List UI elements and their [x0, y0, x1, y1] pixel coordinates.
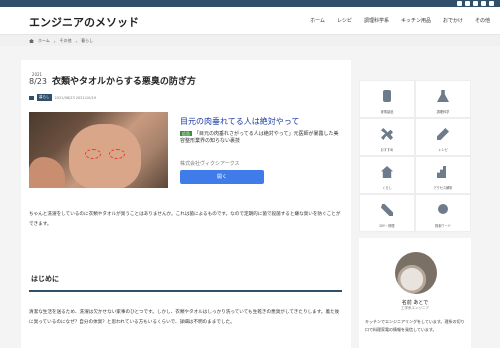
breadcrumb-bar: ホーム › その他 › 暮らし: [0, 34, 500, 46]
ad-image[interactable]: [29, 112, 168, 188]
section-heading-text: はじめに: [31, 275, 59, 283]
ad-banner[interactable]: 目元の肉垂れてる人は絶対やって 広告 「目元の肉垂れさがってる人は絶対やって」元医…: [29, 112, 342, 188]
wrench-icon: [381, 128, 393, 140]
category-tile-label: 検索ワード: [435, 224, 451, 228]
ad-description: 広告 「目元の肉垂れさがってる人は絶対やって」元医師が暴露した美容整形業界の知らな…: [180, 131, 342, 144]
pencil-icon: [437, 128, 449, 140]
category-tile-analytics[interactable]: アクセス解析: [415, 156, 471, 194]
avatar: [395, 252, 437, 294]
category-tile-label: おすすめ: [380, 148, 394, 152]
ad-image-eye-mark: [109, 149, 125, 159]
article: 2021 8/23 衣類やタオルからする悪臭の防ぎ方 暮らし 2021/08/2…: [21, 60, 351, 348]
rss-icon[interactable]: [489, 1, 494, 6]
home-icon: [29, 39, 34, 43]
global-nav: ホーム レシピ 調理科学系 キッチン用品 おでかけ その他: [304, 17, 496, 24]
breadcrumb-separator: ›: [75, 38, 78, 44]
mobile-icon: [383, 90, 391, 102]
breadcrumb: ホーム › その他 › 暮らし: [29, 38, 93, 44]
facebook-icon[interactable]: [465, 1, 470, 6]
post-title: 衣類やタオルからする悪臭の防ぎ方: [52, 77, 196, 87]
ad-sponsor: 株式会社ヴィクシアークス: [180, 161, 240, 167]
category-tile-label: レシピ: [438, 148, 448, 152]
category-tile-label: 家電製品: [380, 110, 394, 114]
breadcrumb-item-home[interactable]: ホーム: [38, 38, 50, 44]
category-tile-science[interactable]: 調理科学: [415, 80, 471, 118]
profile-card: 名前 あとで 工学系エンジニア キッチンでエンジニアリングをしています。理系の切…: [359, 238, 471, 348]
category-grid: 家電製品 調理科学 おすすめ レシピ くらし アクセス解析 DIY・修理 検索ワ…: [359, 80, 471, 232]
category-tile-label: アクセス解析: [433, 186, 453, 190]
folder-icon: [29, 95, 34, 100]
ad-image-eye-mark: [85, 149, 101, 159]
search-icon: [438, 204, 448, 214]
category-tile-label: くらし: [382, 186, 392, 190]
social-icons: [457, 0, 494, 7]
intro-text: ちゃんと洗濯をしているのに衣類やタオルが臭うことはありませんか。これは菌によるも…: [29, 212, 341, 227]
category-tile-appliances[interactable]: 家電製品: [359, 80, 415, 118]
twitter-icon[interactable]: [457, 1, 462, 6]
nav-item-kitchen-goods[interactable]: キッチン用品: [395, 17, 437, 24]
nav-item-cooking-science[interactable]: 調理科学系: [358, 17, 395, 24]
body-paragraph: 清潔な生活を送るため、洗濯は欠かせない家事のひとつです。しかし、衣類やタオルはし…: [29, 310, 340, 325]
ad-image-hand: [29, 157, 65, 188]
post-dates: 2021/08/23 2021/10/19: [54, 95, 96, 100]
breadcrumb-separator: ›: [53, 38, 56, 44]
profile-description: キッチンでエンジニアリングをしています。理系の切り口で料理家電の情報を発信してい…: [365, 319, 465, 332]
profile-role: 工学系エンジニア: [401, 306, 429, 310]
nav-item-other[interactable]: その他: [469, 17, 496, 24]
ad-description-text: 「目元の肉垂れさがってる人は絶対やって」元医師が暴露した美容整形業界の知らない裏…: [180, 131, 339, 144]
nav-item-home[interactable]: ホーム: [304, 17, 331, 24]
profile-name: 名前 あとで: [401, 300, 429, 306]
nav-item-recipe[interactable]: レシピ: [331, 17, 358, 24]
category-badge[interactable]: 暮らし: [37, 94, 52, 101]
category-tile-label: 調理科学: [436, 110, 450, 114]
category-tile-life[interactable]: くらし: [359, 156, 415, 194]
nav-item-outing[interactable]: おでかけ: [437, 17, 469, 24]
flask-icon: [437, 90, 449, 102]
site-header: エンジニアのメソッド ホーム レシピ 調理科学系 キッチン用品 おでかけ その他: [0, 7, 500, 34]
breadcrumb-item-life[interactable]: 暮らし: [81, 38, 93, 44]
ad-title[interactable]: 目元の肉垂れてる人は絶対やって: [180, 116, 299, 127]
post-date-monthday: 8/23: [29, 77, 47, 86]
post-meta: 暮らし 2021/08/23 2021/10/19: [29, 94, 96, 101]
category-tile-search[interactable]: 検索ワード: [415, 194, 471, 232]
top-bar: [0, 0, 500, 7]
ad-tag: 広告: [180, 131, 192, 136]
tools-icon: [381, 204, 393, 216]
category-tile-diy[interactable]: DIY・修理: [359, 194, 415, 232]
ad-open-button[interactable]: 開く: [180, 170, 264, 184]
chart-icon: [437, 166, 446, 178]
breadcrumb-item-other[interactable]: その他: [60, 38, 72, 44]
section-heading: はじめに: [29, 268, 342, 292]
house-icon: [381, 166, 393, 178]
category-tile-label: DIY・修理: [379, 224, 395, 228]
site-title[interactable]: エンジニアのメソッド: [29, 14, 139, 30]
ad-image-face: [69, 124, 141, 188]
sidebar: 家電製品 調理科学 おすすめ レシピ くらし アクセス解析 DIY・修理 検索ワ…: [359, 80, 471, 232]
category-tile-recipe[interactable]: レシピ: [415, 118, 471, 156]
post-date: 2021 8/23: [29, 72, 47, 86]
mail-icon[interactable]: [481, 1, 486, 6]
hatena-icon[interactable]: [473, 1, 478, 6]
category-tile-recommend[interactable]: おすすめ: [359, 118, 415, 156]
